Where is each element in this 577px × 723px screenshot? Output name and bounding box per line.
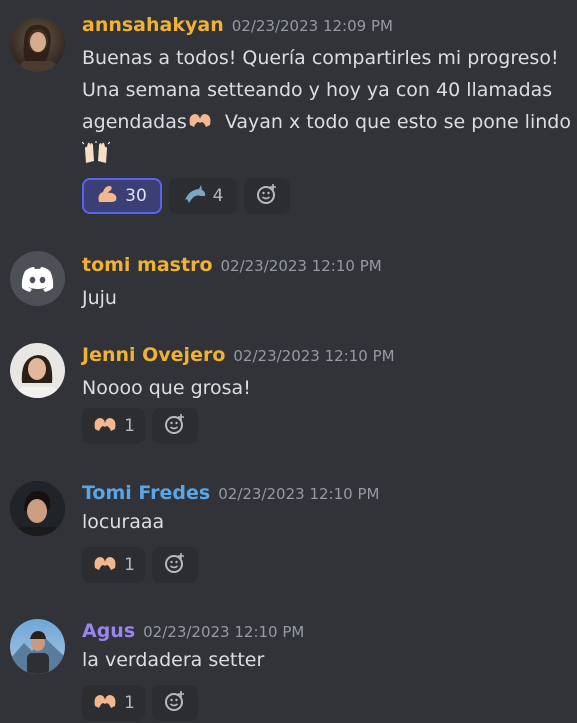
heart-hands-icon xyxy=(187,107,213,139)
timestamp: 02/23/2023 12:10 PM xyxy=(218,485,380,503)
reaction-heart-hands[interactable]: 1 xyxy=(82,408,145,444)
add-reaction-button[interactable] xyxy=(152,547,198,583)
avatar[interactable] xyxy=(10,251,65,306)
reactions: 1 xyxy=(82,547,198,583)
reaction-count: 4 xyxy=(212,186,224,206)
avatar[interactable] xyxy=(10,17,65,72)
add-reaction-button[interactable] xyxy=(152,408,198,444)
reactions: 30 4 xyxy=(82,178,290,214)
reaction-heart-hands[interactable]: 1 xyxy=(82,685,145,721)
message-line: Una semana setteando y hoy ya con 40 lla… xyxy=(82,79,553,101)
reactions: 1 xyxy=(82,685,198,721)
raised-hands-icon xyxy=(81,140,571,175)
reaction-heart-hands[interactable]: 1 xyxy=(82,547,145,583)
reaction-flexed-biceps[interactable]: 30 xyxy=(82,178,162,214)
reaction-count: 1 xyxy=(124,416,135,436)
add-reaction-icon xyxy=(256,183,278,210)
avatar[interactable] xyxy=(10,619,65,674)
timestamp: 02/23/2023 12:09 PM xyxy=(231,17,393,35)
message-feed: annsahakyan 02/23/2023 12:09 PM Buenas a … xyxy=(0,0,577,723)
author-name[interactable]: annsahakyan xyxy=(82,14,224,36)
author-name[interactable]: Jenni Ovejero xyxy=(82,344,225,366)
heart-hands-icon xyxy=(92,415,118,438)
reactions: 1 xyxy=(82,408,198,444)
add-reaction-button[interactable] xyxy=(244,178,290,214)
heart-hands-icon xyxy=(92,554,118,577)
reaction-count: 1 xyxy=(124,555,135,575)
reaction-dolphin[interactable]: 4 xyxy=(169,178,237,214)
heart-hands-icon xyxy=(92,692,118,715)
message-text: locuraaa xyxy=(82,511,165,533)
author-name[interactable]: Tomi Fredes xyxy=(82,482,210,504)
add-reaction-icon xyxy=(164,690,186,717)
add-reaction-icon xyxy=(164,552,186,579)
add-reaction-button[interactable] xyxy=(152,685,198,721)
timestamp: 02/23/2023 12:10 PM xyxy=(220,257,382,275)
reaction-count: 30 xyxy=(125,186,147,206)
message-text: Noooo que grosa! xyxy=(82,377,251,399)
timestamp: 02/23/2023 12:10 PM xyxy=(233,347,395,365)
message-text: Juju xyxy=(82,287,117,309)
avatar[interactable] xyxy=(10,343,65,398)
message-text: la verdadera setter xyxy=(82,649,265,671)
message-text: Buenas a todos! Quería compartirles mi p… xyxy=(81,42,571,175)
message-line: agendadas Vayan x todo que esto se pone … xyxy=(82,106,571,139)
reaction-count: 1 xyxy=(124,693,135,713)
dolphin-icon xyxy=(183,184,207,209)
author-name[interactable]: tomi mastro xyxy=(82,254,213,276)
message-line: Buenas a todos! Quería compartirles mi p… xyxy=(82,47,559,69)
timestamp: 02/23/2023 12:10 PM xyxy=(143,623,305,641)
author-name[interactable]: Agus xyxy=(82,620,135,642)
add-reaction-icon xyxy=(164,413,186,440)
avatar[interactable] xyxy=(10,481,65,536)
flexed-biceps-icon xyxy=(97,184,119,209)
